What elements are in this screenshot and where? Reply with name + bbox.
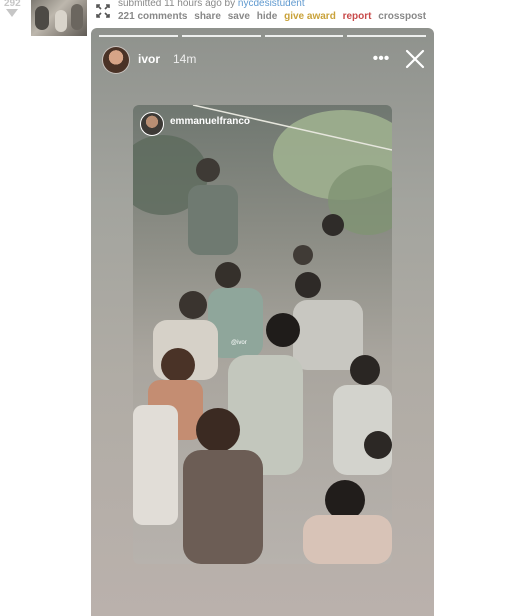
comments-link[interactable]: 221 comments — [118, 11, 187, 22]
embedded-username: emmanuelfranco — [170, 116, 251, 127]
crowd-photo — [133, 105, 392, 564]
story-progress-bar — [99, 35, 426, 37]
story-username[interactable]: ivor — [138, 52, 160, 66]
hide-button[interactable]: hide — [257, 11, 278, 22]
close-icon[interactable] — [404, 48, 426, 70]
author-link[interactable]: nycdesistudent — [238, 0, 305, 9]
share-button[interactable]: share — [194, 11, 221, 22]
progress-segment — [264, 35, 344, 37]
reposted-story-frame: emmanuelfranco @ivor — [133, 105, 392, 564]
progress-segment — [181, 35, 261, 37]
downvote-arrow-icon[interactable] — [6, 9, 18, 17]
progress-segment — [99, 35, 178, 37]
post-thumbnail[interactable] — [31, 0, 87, 36]
crosspost-button[interactable]: crosspost — [378, 11, 426, 22]
story-user-avatar[interactable] — [102, 46, 130, 74]
vote-column: 292 — [0, 0, 28, 30]
post-action-buttons: 221 comments share save hide give award … — [118, 11, 430, 22]
submitted-text: submitted 11 hours ago by — [118, 0, 236, 9]
save-button[interactable]: save — [228, 11, 250, 22]
embedded-user-avatar — [140, 112, 164, 136]
post-score: 292 — [4, 0, 21, 9]
mention-tag: @ivor — [231, 340, 247, 346]
progress-segment — [347, 35, 426, 37]
story-viewer: ivor 14m ••• emmanuelfranco @ivor — [91, 28, 434, 616]
post-tagline: submitted 11 hours ago by nycdesistudent — [118, 0, 305, 9]
story-timestamp: 14m — [173, 52, 197, 66]
more-options-icon[interactable]: ••• — [371, 49, 391, 69]
report-button[interactable]: report — [343, 11, 372, 22]
expand-media-icon[interactable] — [95, 3, 111, 19]
give-award-button[interactable]: give award — [284, 11, 336, 22]
